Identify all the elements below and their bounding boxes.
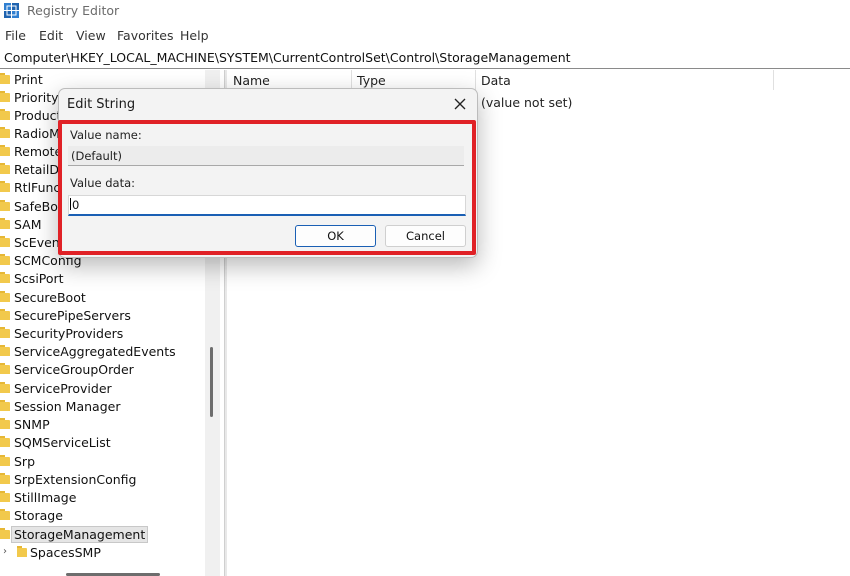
folder-icon [0,473,10,484]
address-bar[interactable]: Computer\HKEY_LOCAL_MACHINE\SYSTEM\Curre… [0,48,850,69]
highlight-box [58,120,476,255]
folder-icon [0,163,10,174]
folder-icon [0,91,10,102]
folder-icon [0,455,10,466]
folder-icon [0,436,10,447]
column-divider[interactable] [351,70,352,90]
column-name[interactable]: Name [233,73,270,88]
chevron-right-icon[interactable]: › [3,546,7,557]
folder-icon [0,254,10,265]
folder-icon [0,309,10,320]
column-data[interactable]: Data [481,73,511,88]
menu-help[interactable]: Help [180,28,209,43]
column-divider[interactable] [475,70,476,90]
folder-icon [0,291,10,302]
menu-edit[interactable]: Edit [39,28,63,43]
folder-icon [0,200,10,211]
folder-icon [0,236,10,247]
folder-icon [0,181,10,192]
values-list-header: Name Type Data [228,70,850,90]
dialog-title: Edit String [67,97,136,112]
folder-icon [0,218,10,229]
column-type[interactable]: Type [357,73,386,88]
folder-icon [0,145,10,156]
value-data-cell[interactable]: (value not set) [481,95,572,110]
menu-favorites[interactable]: Favorites [117,28,173,43]
menu-file[interactable]: File [5,28,26,43]
folder-icon [0,418,10,429]
menu-view[interactable]: View [76,28,106,43]
title-bar: Registry Editor [0,0,850,24]
menu-bar: File Edit View Favorites Help [0,26,850,46]
folder-icon [0,509,10,520]
folder-icon [0,491,10,502]
registry-editor-icon [4,3,19,18]
folder-icon [0,109,10,120]
folder-icon [17,546,27,557]
folder-icon [0,345,10,356]
folder-icon [0,127,10,138]
folder-icon [0,363,10,374]
folder-icon [0,400,10,411]
tree-scrollbar-thumb[interactable] [210,347,213,417]
folder-icon [0,528,10,539]
window-title: Registry Editor [27,3,120,18]
folder-icon [0,382,10,393]
folder-icon [0,272,10,283]
folder-icon [0,73,10,84]
close-icon[interactable] [449,93,471,115]
column-divider[interactable] [773,70,774,90]
address-path[interactable]: Computer\HKEY_LOCAL_MACHINE\SYSTEM\Curre… [4,50,571,65]
folder-icon [0,327,10,338]
